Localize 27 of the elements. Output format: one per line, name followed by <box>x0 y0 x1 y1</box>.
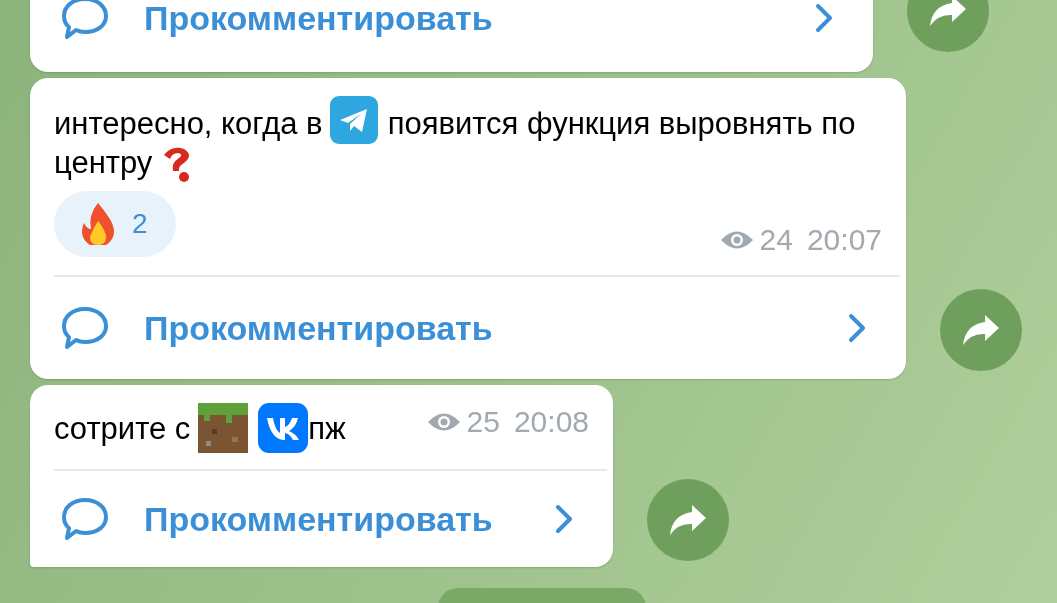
message-text: сотрите с <box>54 410 191 448</box>
view-count: 25 <box>466 404 500 440</box>
comment-button[interactable]: Прокомментировать <box>30 0 873 72</box>
chevron-right-icon <box>848 313 866 343</box>
view-count: 24 <box>759 223 793 257</box>
eye-icon <box>426 411 461 433</box>
share-arrow-icon <box>928 0 968 28</box>
vk-logo-icon <box>258 403 309 453</box>
message-text: появится функция выровнять по <box>387 105 856 143</box>
share-arrow-icon <box>668 503 708 537</box>
message-text: пж <box>308 410 346 448</box>
reaction-chip[interactable]: 2 <box>54 191 176 257</box>
speech-bubble-icon <box>60 0 110 41</box>
grass-block-icon <box>198 403 249 453</box>
message-text: центру <box>54 144 153 182</box>
share-arrow-icon <box>961 313 1001 347</box>
chevron-right-icon <box>555 504 573 534</box>
eye-icon <box>719 229 754 251</box>
message-text: интересно, когда в <box>54 105 323 143</box>
message-time: 20:07 <box>806 223 882 257</box>
comment-button[interactable]: Прокомментировать <box>30 471 613 567</box>
speech-bubble-icon <box>60 496 110 542</box>
speech-bubble-icon <box>60 305 110 351</box>
chevron-right-icon <box>815 3 833 33</box>
paper-plane-icon <box>330 96 379 144</box>
message-time: 20:08 <box>513 404 589 440</box>
comment-button[interactable]: Прокомментировать <box>30 277 906 379</box>
